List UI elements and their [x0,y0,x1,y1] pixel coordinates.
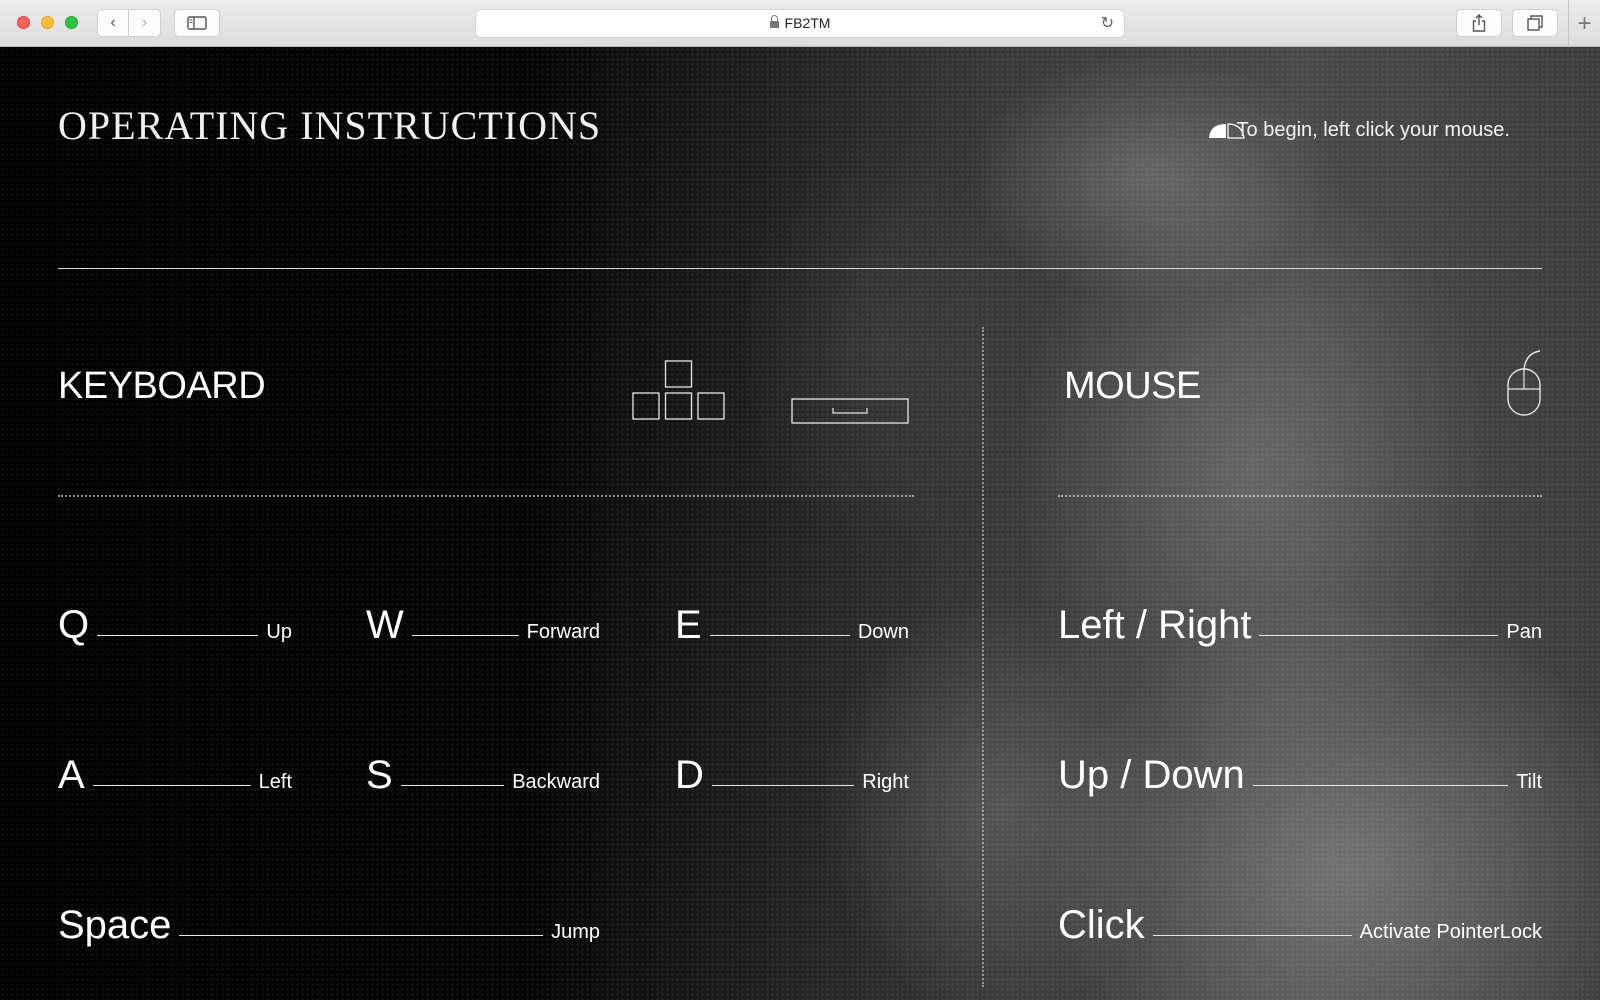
leader-line [1259,635,1499,636]
control-action: Down [857,621,909,643]
browser-toolbar: ‹ › FB2TM ↻ + [0,0,1600,47]
control-key: Space [58,903,172,947]
control-key: D [675,753,704,797]
control-action: Left [258,771,292,793]
leader-line [411,635,519,636]
sidebar-icon [187,16,207,30]
control-row: Up / Down Tilt [1058,755,1542,795]
share-button[interactable] [1456,9,1502,37]
control-key: A [58,753,85,797]
keyboard-divider [58,495,914,497]
control-action: Up [266,621,292,643]
keyboard-heading: KEYBOARD [58,365,266,407]
lock-icon [769,15,779,28]
control-key: Left / Right [1058,603,1252,647]
instructions-page[interactable]: OPERATING INSTRUCTIONS To begin, left cl… [0,47,1600,1000]
control-key: W [366,603,404,647]
leader-line [1252,785,1509,786]
forward-button[interactable]: › [129,9,161,37]
spacebar-icon [791,398,909,424]
control-key: E [675,603,702,647]
leader-line [711,785,855,786]
leader-line [97,635,259,636]
control-action: Pan [1506,621,1542,643]
leader-line [92,785,251,786]
control-row: Left / Right Pan [1058,605,1542,645]
section-divider [982,327,984,987]
control-row: S Backward [366,755,600,795]
reload-icon[interactable]: ↻ [1101,10,1114,37]
leader-line [179,935,544,936]
header-divider [58,268,1542,269]
new-tab-button[interactable]: + [1568,0,1600,47]
control-row: Space Jump [58,905,600,945]
minimize-window-button[interactable] [41,16,54,29]
control-action: Jump [551,921,600,943]
control-key: Q [58,603,90,647]
control-row: A Left [58,755,292,795]
control-key: S [366,753,393,797]
control-action: Backward [512,771,600,793]
zoom-window-button[interactable] [65,16,78,29]
leader-line [400,785,505,786]
sidebar-toggle-button[interactable] [174,9,220,37]
plus-icon: + [1577,10,1592,37]
control-action: Tilt [1516,771,1542,793]
leader-line [1152,935,1352,936]
control-key: Click [1058,903,1145,947]
control-row: W Forward [366,605,600,645]
control-action: Forward [526,621,600,643]
share-icon [1472,14,1486,32]
mouse-heading: MOUSE [1064,365,1201,407]
mouse-icon [1507,350,1541,416]
page-title: OPERATING INSTRUCTIONS [58,103,602,148]
tabs-icon [1527,15,1543,31]
chevron-right-icon: › [141,14,148,31]
back-button[interactable]: ‹ [97,9,129,37]
address-bar[interactable]: FB2TM ↻ [475,9,1125,38]
url-text: FB2TM [784,15,831,31]
close-window-button[interactable] [17,16,30,29]
mouse-divider [1058,495,1542,497]
control-action: Right [862,771,909,793]
control-key: Up / Down [1058,753,1245,797]
leader-line [709,635,850,636]
control-row: Click Activate PointerLock [1058,905,1542,945]
chevron-left-icon: ‹ [110,14,116,31]
control-row: D Right [675,755,909,795]
control-action: Activate PointerLock [1359,921,1542,943]
control-row: E Down [675,605,909,645]
tab-overview-button[interactable] [1512,9,1558,37]
wasd-keys-icon [632,360,725,420]
begin-instruction: To begin, left click your mouse. [1236,119,1510,141]
control-row: Q Up [58,605,292,645]
